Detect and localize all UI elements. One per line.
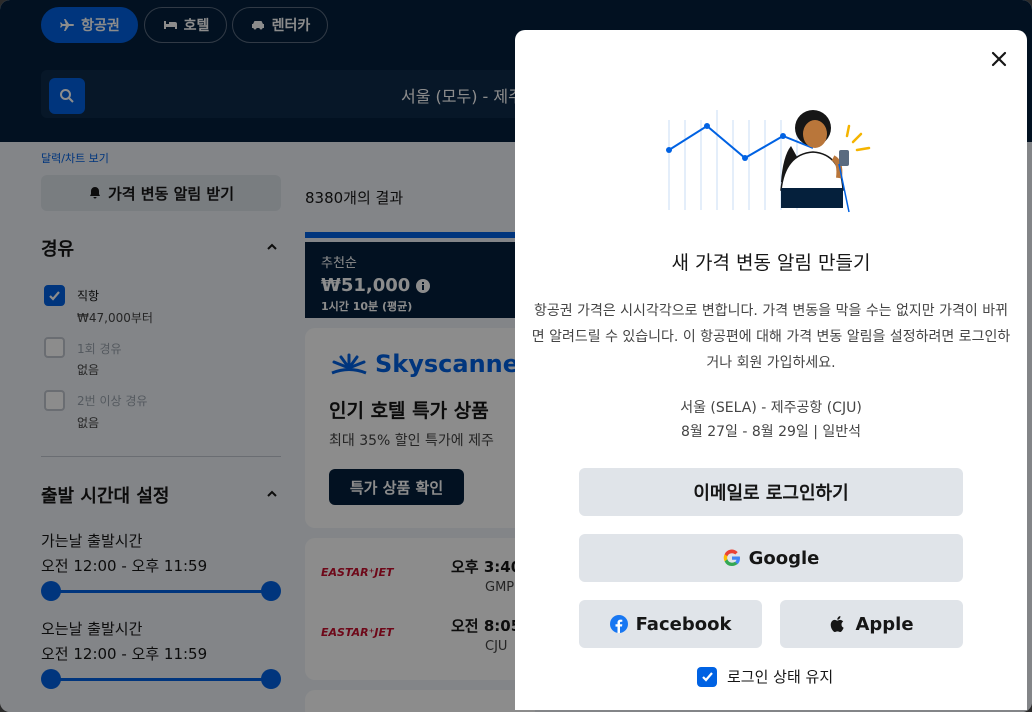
close-icon[interactable] <box>988 48 1010 70</box>
email-login-button[interactable]: 이메일로 로그인하기 <box>579 468 963 516</box>
facebook-login-label: Facebook <box>635 613 732 635</box>
google-login-label: Google <box>748 547 820 569</box>
price-alert-modal: 새 가격 변동 알림 만들기 항공권 가격은 시시각각으로 변합니다. 가격 변… <box>515 30 1027 710</box>
keep-signed-in-row[interactable]: 로그인 상태 유지 <box>697 666 833 687</box>
apple-login-label: Apple <box>855 613 914 635</box>
facebook-login-button[interactable]: Facebook <box>579 600 762 648</box>
check-icon <box>701 672 713 682</box>
modal-trip-summary: 서울 (SELA) - 제주공항 (CJU) 8월 27일 - 8월 29일 |… <box>515 396 1027 444</box>
facebook-icon <box>609 615 628 633</box>
modal-route: 서울 (SELA) - 제주공항 (CJU) <box>680 400 862 416</box>
price-alert-illustration <box>666 110 871 213</box>
apple-login-button[interactable]: Apple <box>780 600 963 648</box>
keep-signed-in-label: 로그인 상태 유지 <box>727 668 834 686</box>
email-login-label: 이메일로 로그인하기 <box>693 483 849 504</box>
google-icon <box>723 549 740 567</box>
google-login-button[interactable]: Google <box>579 534 963 582</box>
modal-description: 항공권 가격은 시시각각으로 변합니다. 가격 변동을 막을 수는 없지만 가격… <box>531 303 1011 371</box>
app-frame: 항공권 호텔 렌터카 서울 (모두) - 제주 달력/차트 보기 가격 변동 알… <box>0 0 1032 712</box>
modal-title: 새 가격 변동 알림 만들기 <box>671 252 871 274</box>
apple-icon <box>831 616 845 632</box>
modal-dates: 8월 27일 - 8월 29일 | 일반석 <box>680 424 862 440</box>
keep-signed-in-checkbox[interactable] <box>697 666 717 687</box>
